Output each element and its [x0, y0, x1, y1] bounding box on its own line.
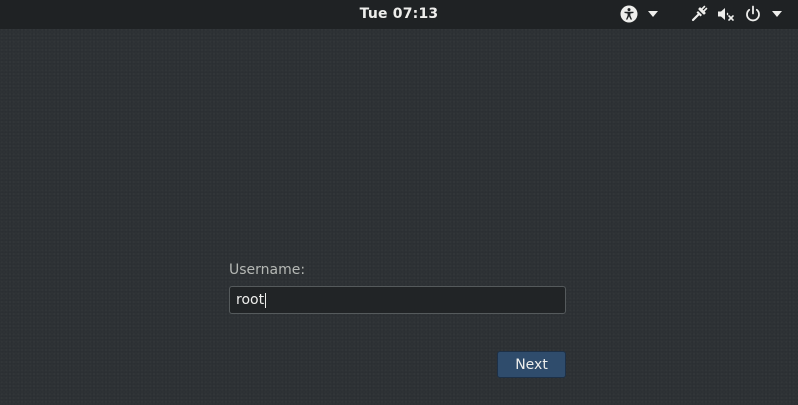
- chevron-down-icon: [648, 11, 658, 17]
- volume-muted-icon: [717, 5, 735, 23]
- chevron-down-icon: [772, 11, 782, 17]
- username-value: root: [236, 292, 265, 308]
- wired-network-icon: [690, 5, 708, 23]
- next-button[interactable]: Next: [497, 351, 566, 378]
- login-screen: Tue 07:13 Username: root Next: [0, 0, 798, 405]
- accessibility-menu[interactable]: [620, 5, 658, 23]
- power-icon: [744, 5, 762, 23]
- system-menu[interactable]: [690, 5, 782, 23]
- clock[interactable]: Tue 07:13: [0, 6, 798, 22]
- top-bar: Tue 07:13: [0, 0, 798, 29]
- accessibility-icon: [620, 5, 638, 23]
- login-form: Username: root: [229, 262, 566, 314]
- text-cursor: [265, 292, 267, 308]
- username-label: Username:: [229, 262, 306, 278]
- username-input[interactable]: root: [229, 286, 566, 314]
